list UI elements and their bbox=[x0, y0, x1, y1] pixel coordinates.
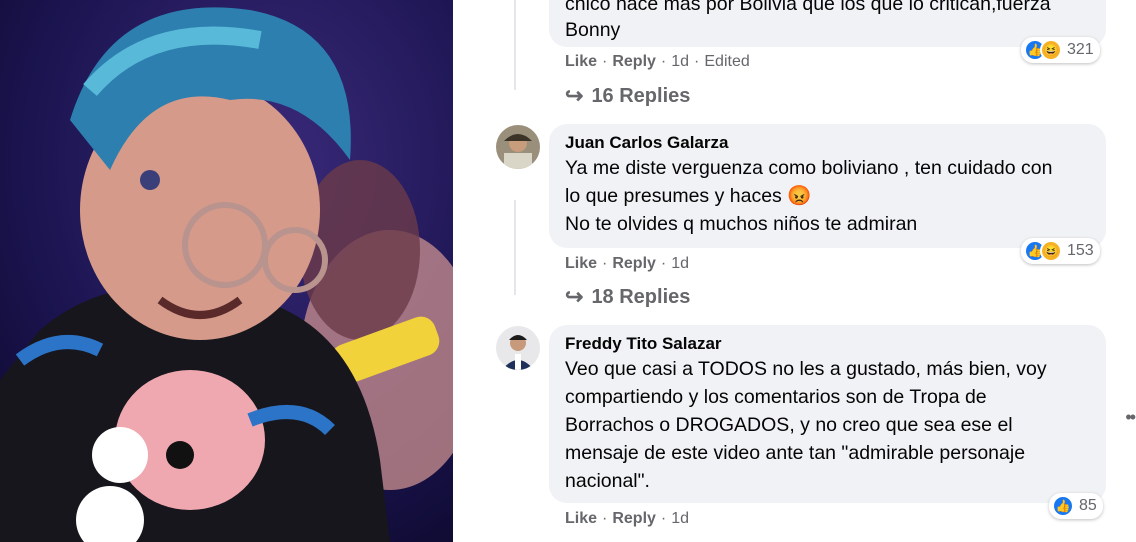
edited-label: Edited bbox=[704, 53, 750, 70]
comment-actions: Like · Reply · 1d bbox=[565, 510, 690, 527]
view-replies-link[interactable]: ↪ 16 Replies bbox=[565, 83, 690, 109]
comment-text-line: chico hace más por Bolivia que los que l… bbox=[565, 0, 1051, 15]
comment-bubble: chico hace más por Bolivia que los que l… bbox=[549, 0, 1106, 47]
reaction-count: 153 bbox=[1067, 242, 1094, 259]
view-replies-link[interactable]: ↪ 18 Replies bbox=[565, 284, 690, 310]
haha-icon: 😆 bbox=[1040, 39, 1062, 61]
avatar-image bbox=[496, 326, 540, 370]
reaction-count: 321 bbox=[1067, 41, 1094, 58]
comment-bubble: Juan Carlos Galarza Ya me diste verguenz… bbox=[549, 124, 1106, 248]
reactions-badge[interactable]: 👍 85 bbox=[1049, 493, 1103, 519]
comment-text-line: compartiendo y los comentarios son de Tr… bbox=[565, 386, 987, 408]
divider bbox=[453, 0, 473, 542]
comment-text-line: lo que presumes y haces bbox=[565, 185, 782, 207]
reply-arrow-icon: ↪ bbox=[565, 83, 584, 108]
comment-actions: Like · Reply · 1d · Edited bbox=[565, 53, 750, 70]
video-thumbnail[interactable] bbox=[0, 0, 453, 542]
timestamp[interactable]: 1d bbox=[671, 53, 689, 70]
timestamp[interactable]: 1d bbox=[671, 510, 689, 527]
comment-actions: Like · Reply · 1d bbox=[565, 255, 690, 272]
more-options-icon[interactable]: •• bbox=[1125, 407, 1136, 428]
comment-text-line: Bonny bbox=[565, 19, 621, 41]
comment-author[interactable]: Juan Carlos Galarza bbox=[565, 132, 1090, 154]
comments-feed: chico hace más por Bolivia que los que l… bbox=[473, 0, 1136, 542]
avatar[interactable] bbox=[496, 125, 540, 169]
comment-text-line: Ya me diste verguenza como boliviano , t… bbox=[565, 157, 1053, 179]
avatar-image bbox=[496, 125, 540, 169]
comment-bubble: Freddy Tito Salazar Veo que casi a TODOS… bbox=[549, 325, 1106, 503]
thread-line bbox=[514, 200, 516, 295]
video-image bbox=[0, 0, 453, 542]
angry-emoji: 😡 bbox=[787, 185, 812, 207]
like-link[interactable]: Like bbox=[565, 53, 597, 70]
reactions-badge[interactable]: 👍 😆 153 bbox=[1021, 238, 1100, 264]
comment-text-line: nacional". bbox=[565, 470, 650, 492]
replies-label: 18 Replies bbox=[591, 285, 691, 308]
reactions-badge[interactable]: 👍 😆 321 bbox=[1021, 37, 1100, 63]
like-link[interactable]: Like bbox=[565, 510, 597, 527]
comment-text-line: Veo que casi a TODOS no les a gustado, m… bbox=[565, 358, 1047, 380]
comment-text-line: No te olvides q muchos niños te admiran bbox=[565, 213, 918, 235]
avatar[interactable] bbox=[496, 326, 540, 370]
comment-text-line: mensaje de este video ante tan "admirabl… bbox=[565, 442, 1026, 464]
like-link[interactable]: Like bbox=[565, 255, 597, 272]
reply-link[interactable]: Reply bbox=[612, 510, 656, 527]
haha-icon: 😆 bbox=[1040, 240, 1062, 262]
timestamp[interactable]: 1d bbox=[671, 255, 689, 272]
thread-line bbox=[514, 0, 516, 90]
replies-label: 16 Replies bbox=[591, 84, 691, 107]
reply-link[interactable]: Reply bbox=[612, 255, 656, 272]
reply-link[interactable]: Reply bbox=[612, 53, 656, 70]
like-icon: 👍 bbox=[1052, 495, 1074, 517]
reply-arrow-icon: ↪ bbox=[565, 284, 584, 309]
comment-text-line: Borrachos o DROGADOS, y no creo que sea … bbox=[565, 414, 1013, 436]
comment-author[interactable]: Freddy Tito Salazar bbox=[565, 333, 1090, 355]
reaction-count: 85 bbox=[1079, 497, 1097, 514]
